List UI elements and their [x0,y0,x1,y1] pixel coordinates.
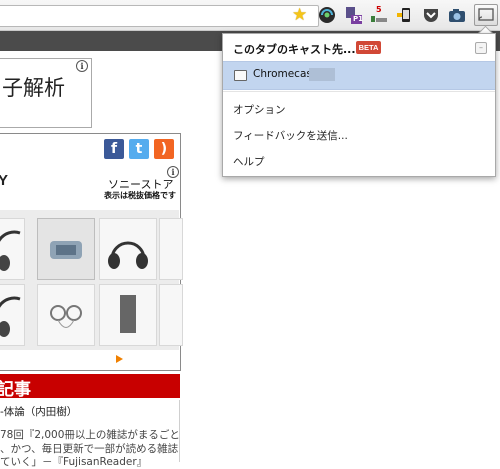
next-arrow-icon[interactable] [116,355,123,363]
cast-popup: このタブのキャスト先... BETA – Chromecast オプション フィ… [222,33,496,177]
cast-icon [478,8,494,21]
product-tile[interactable] [99,284,157,346]
address-bar[interactable] [0,5,319,27]
product-tile[interactable] [37,218,95,280]
section-header: 記事 [0,374,180,400]
p1-icon[interactable]: P1 [344,6,364,24]
article-line[interactable]: 78回『2,000冊以上の雑誌がまるごと [0,427,180,442]
phone-icon[interactable] [396,6,414,24]
beta-badge: BETA [356,41,381,54]
bookmark-star-icon[interactable]: ★ [292,5,307,25]
twitter-icon[interactable]: t [129,139,149,159]
device-name: Chromecast [253,68,316,80]
tv-icon [234,70,247,81]
camera-icon[interactable] [448,6,466,24]
cast-button[interactable] [474,4,498,26]
counter-icon[interactable]: 5 [370,5,388,24]
facebook-icon[interactable]: f [104,139,124,159]
section-title: 記事 [0,380,31,400]
globe-icon[interactable] [318,6,336,24]
product-tile[interactable] [0,284,25,346]
column-divider [179,400,180,462]
pocket-icon[interactable] [422,6,440,24]
product-tile[interactable] [159,218,183,280]
p1-badge: P1 [353,15,364,23]
menu-separator [223,91,495,92]
product-tile[interactable] [99,218,157,280]
collapse-icon[interactable]: – [475,42,487,54]
article-title[interactable]: -体論（内田樹） [0,404,77,419]
rss-icon[interactable]: ) [154,139,174,159]
product-grid [0,210,183,350]
browser-toolbar: ★ P1 5 [0,0,500,31]
info-icon[interactable]: i [76,60,88,72]
menu-item-help[interactable]: ヘルプ [233,154,265,169]
store-subtext: 表示は税抜価格です [104,191,176,200]
brand-logo: Y [0,172,10,189]
device-name-redacted [309,68,335,81]
menu-item-options[interactable]: オプション [233,102,286,117]
popup-title: このタブのキャスト先... [233,43,356,56]
menu-item-feedback[interactable]: フィードバックを送信... [233,128,348,143]
product-tile[interactable] [159,284,183,346]
product-tile[interactable] [37,284,95,346]
device-row-chromecast[interactable]: Chromecast [223,61,495,90]
counter-badge: 5 [376,5,382,14]
product-tile[interactable] [0,218,25,280]
page-headline: 子解析 [2,76,65,100]
